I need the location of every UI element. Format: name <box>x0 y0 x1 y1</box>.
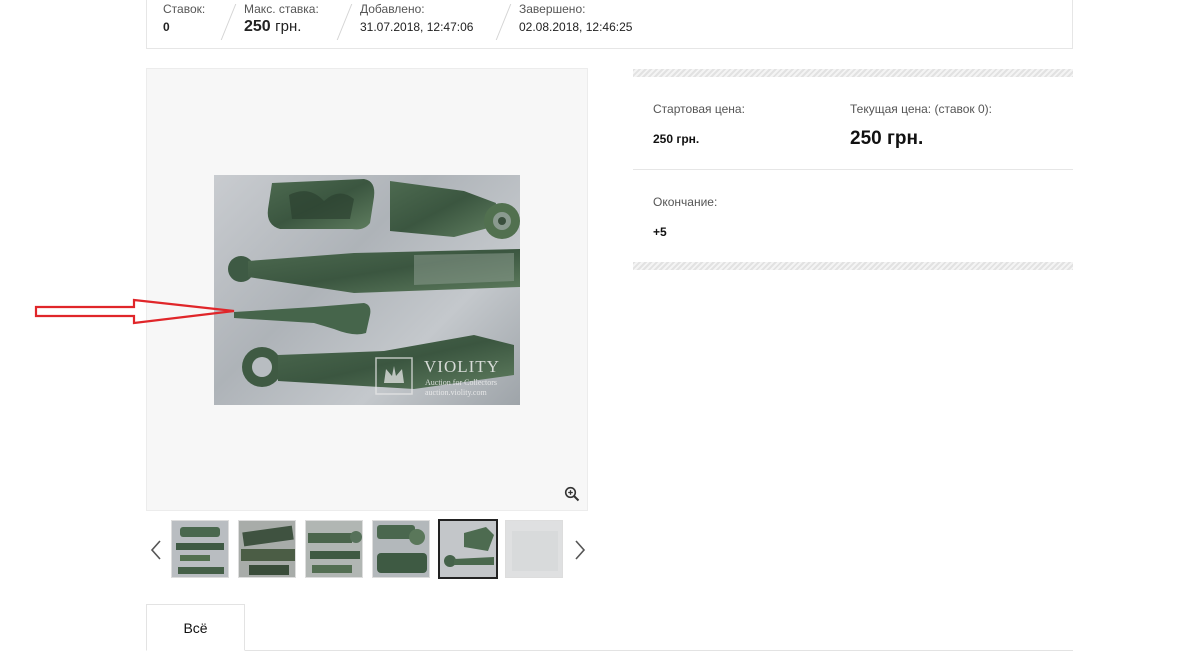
thumbnail-6[interactable] <box>505 520 563 578</box>
max-bid-unit: грн. <box>275 18 302 35</box>
bids-label: Ставок: <box>163 2 206 16</box>
watermark-tagline: Auction for Collectors <box>425 378 497 387</box>
max-bid-stat: Макс. ставка: 250 грн. <box>244 2 319 35</box>
chevron-left-icon[interactable] <box>148 539 164 561</box>
hatch-divider-top <box>633 69 1073 77</box>
thumbnail-image <box>239 521 295 577</box>
thumbnail-3[interactable] <box>305 520 363 578</box>
annotation-arrow-icon <box>34 298 235 325</box>
tab-bar-line <box>146 650 1073 651</box>
added-stat: Добавлено: 31.07.2018, 12:47:06 <box>360 2 473 34</box>
current-price-value: 250 грн. <box>850 128 924 149</box>
chevron-right-icon[interactable] <box>572 539 588 561</box>
bids-value: 0 <box>163 20 170 34</box>
watermark-brand: VIOLITY <box>424 357 500 376</box>
max-bid-amount: 250 <box>244 18 271 35</box>
thumbnail-4[interactable] <box>372 520 430 578</box>
end-time-value: +5 <box>653 225 667 239</box>
lot-photo[interactable]: VIOLITY Auction for Collectors auction.v… <box>214 175 520 405</box>
added-value: 31.07.2018, 12:47:06 <box>360 20 474 34</box>
hatch-divider-bottom <box>633 262 1073 270</box>
added-label: Добавлено: <box>360 2 425 16</box>
start-price-value: 250 грн. <box>653 132 700 146</box>
thumbnail-image <box>373 521 429 577</box>
max-bid-value: 250 грн. <box>244 18 319 35</box>
current-price-label: Текущая цена: (ставок 0): <box>850 102 993 116</box>
finished-label: Завершено: <box>519 2 586 16</box>
thumbnail-1[interactable] <box>171 520 229 578</box>
thumbnail-strip <box>146 519 588 581</box>
watermark-url: auction.violity.com <box>425 388 487 397</box>
thumbnail-image <box>172 521 228 577</box>
auction-stats-bar: Ставок: 0 Макс. ставка: 250 грн. Добавле… <box>146 0 1073 49</box>
thumbnail-image <box>506 521 562 577</box>
thumbnail-image <box>440 521 496 577</box>
start-price-label: Стартовая цена: <box>653 102 745 116</box>
zoom-in-icon[interactable] <box>564 486 580 502</box>
finished-stat: Завершено: 02.08.2018, 12:46:25 <box>519 2 632 34</box>
max-bid-label: Макс. ставка: <box>244 2 319 16</box>
thumbnail-2[interactable] <box>238 520 296 578</box>
stat-divider <box>220 4 237 40</box>
stat-divider <box>336 4 353 40</box>
price-divider <box>633 169 1073 170</box>
bids-stat: Ставок: 0 <box>163 2 205 34</box>
stat-divider <box>495 4 512 40</box>
thumbnail-5[interactable] <box>438 519 498 579</box>
thumbnail-image <box>306 521 362 577</box>
tab-all[interactable]: Всё <box>146 604 245 651</box>
end-time-label: Окончание: <box>653 195 718 209</box>
finished-value: 02.08.2018, 12:46:25 <box>519 20 633 34</box>
